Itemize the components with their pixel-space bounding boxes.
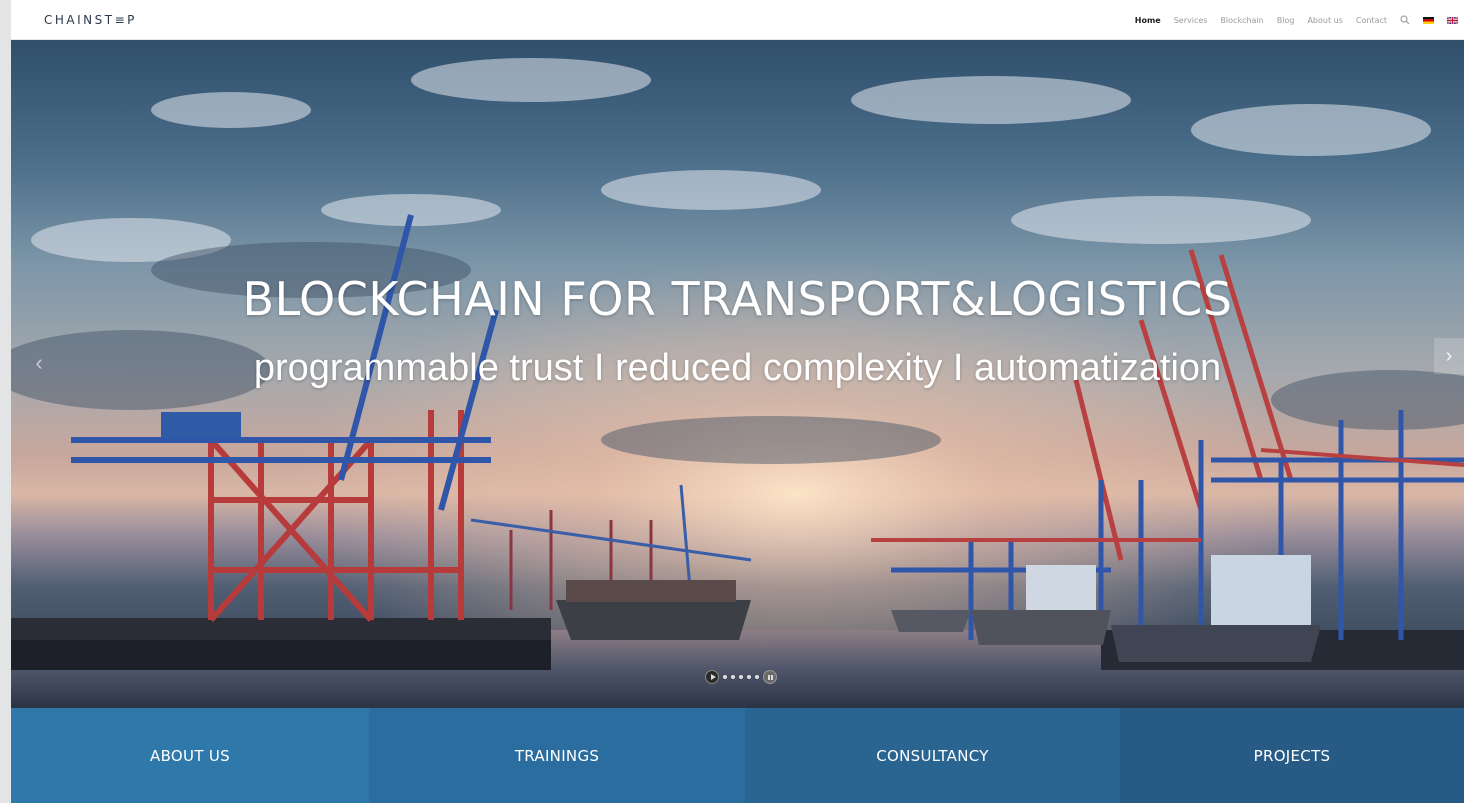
slider-next-arrow-icon[interactable]: › (1434, 338, 1464, 374)
slider-pagination (705, 670, 777, 684)
uk-flag-icon[interactable] (1447, 16, 1458, 24)
slider-prev-arrow-icon[interactable]: ‹ (29, 346, 49, 380)
main-nav: Home Services Blockchain Blog About us C… (1135, 0, 1458, 40)
nav-about-us[interactable]: About us (1307, 16, 1342, 25)
page-left-margin (0, 0, 11, 803)
slider-dot[interactable] (739, 675, 743, 679)
site-logo[interactable]: CHAINST≡P (44, 13, 137, 27)
nav-blockchain[interactable]: Blockchain (1220, 16, 1263, 25)
nav-blog[interactable]: Blog (1277, 16, 1295, 25)
german-flag-icon[interactable] (1423, 16, 1434, 24)
slider-dot[interactable] (731, 675, 735, 679)
hero-subtitle: programmable trust I reduced complexity … (253, 347, 1222, 389)
tile-projects[interactable]: PROJECTS (1120, 708, 1464, 803)
nav-home[interactable]: Home (1135, 16, 1161, 25)
site-header: CHAINST≡P Home Services Blockchain Blog … (11, 0, 1464, 40)
nav-contact[interactable]: Contact (1356, 16, 1387, 25)
search-icon[interactable] (1400, 15, 1410, 25)
slider-dot[interactable] (723, 675, 727, 679)
slider-pause-icon[interactable] (763, 670, 777, 684)
tile-trainings[interactable]: TRAININGS (369, 708, 745, 803)
slider-play-icon[interactable] (705, 670, 719, 684)
tile-consultancy[interactable]: CONSULTANCY (745, 708, 1120, 803)
feature-tiles: ABOUT US TRAININGS CONSULTANCY PROJECTS (11, 708, 1464, 803)
hero-slider: BLOCKCHAIN FOR TRANSPORT&LOGISTICS progr… (11, 40, 1464, 708)
slider-dot[interactable] (747, 675, 751, 679)
hero-title: BLOCKCHAIN FOR TRANSPORT&LOGISTICS (242, 272, 1233, 326)
slider-dot[interactable] (755, 675, 759, 679)
nav-services[interactable]: Services (1174, 16, 1208, 25)
tile-about-us[interactable]: ABOUT US (11, 708, 369, 803)
